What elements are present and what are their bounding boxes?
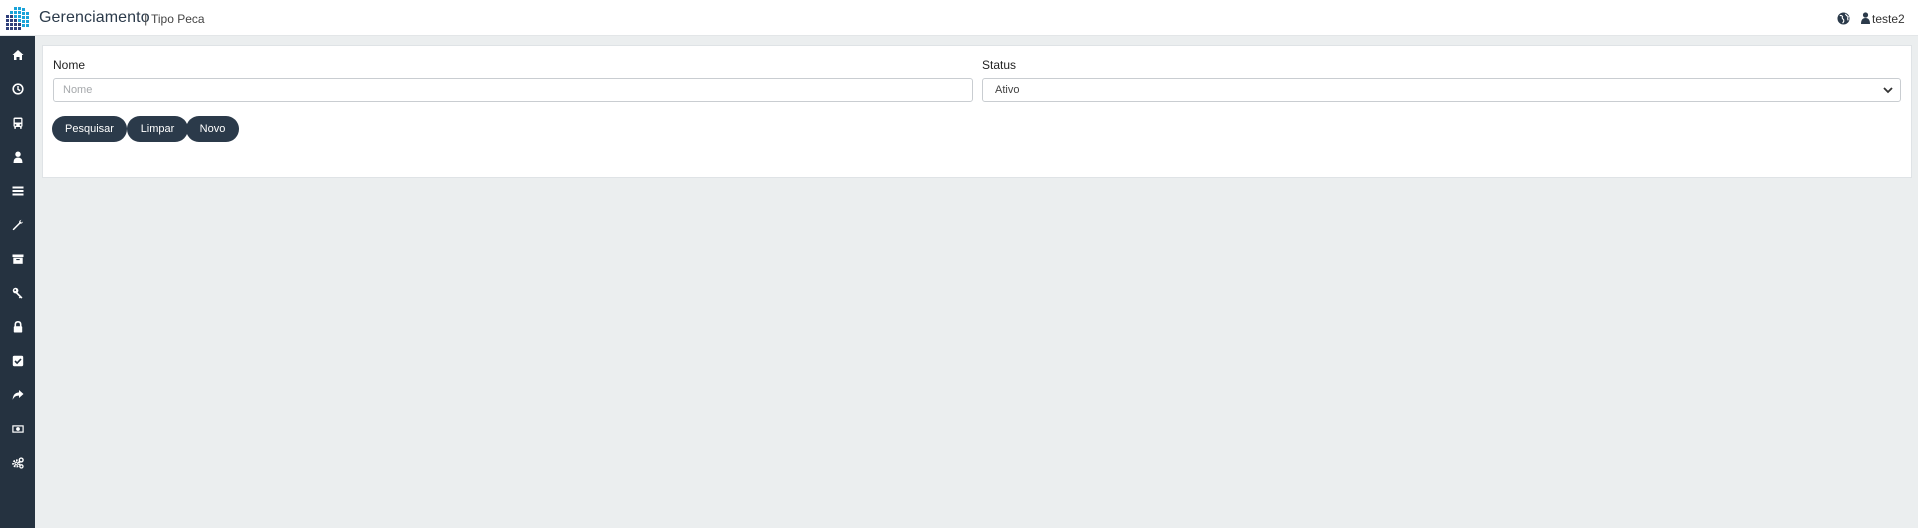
app-logo[interactable] bbox=[5, 5, 31, 31]
home-icon bbox=[12, 50, 23, 60]
sidebar-item-checklist[interactable] bbox=[0, 347, 35, 375]
app-title: Gerenciamento bbox=[39, 9, 150, 26]
sidebar-item-list[interactable] bbox=[0, 177, 35, 205]
dashboard-icon bbox=[11, 83, 24, 95]
page-title: Tipo Peca bbox=[151, 12, 205, 26]
status-selected-value: Ativo bbox=[995, 84, 1020, 96]
cogs-icon bbox=[11, 457, 24, 469]
archive-icon bbox=[12, 254, 23, 264]
sidebar-item-dashboard[interactable] bbox=[0, 75, 35, 103]
user-name[interactable]: teste2 bbox=[1872, 12, 1905, 26]
wrench-icon bbox=[12, 219, 23, 231]
filter-panel: Nome Status Ativo bbox=[42, 45, 1912, 178]
sidebar-item-share[interactable] bbox=[0, 381, 35, 409]
sidebar-item-keys[interactable] bbox=[0, 279, 35, 307]
clear-button[interactable]: Limpar bbox=[127, 116, 188, 142]
sidebar-item-home[interactable] bbox=[0, 41, 35, 69]
sidebar-item-lock[interactable] bbox=[0, 313, 35, 341]
status-select[interactable]: Ativo bbox=[982, 78, 1901, 102]
globe-icon[interactable] bbox=[1837, 12, 1850, 25]
sidebar-item-wrench[interactable] bbox=[0, 211, 35, 239]
sidebar-item-bus[interactable] bbox=[0, 109, 35, 137]
sidebar-item-money[interactable] bbox=[0, 415, 35, 443]
user-icon bbox=[13, 151, 22, 163]
share-icon bbox=[12, 390, 23, 400]
new-button[interactable]: Novo bbox=[186, 116, 239, 142]
checkbox-icon bbox=[12, 355, 23, 367]
user-icon[interactable] bbox=[1861, 12, 1870, 24]
sidebar-item-settings[interactable] bbox=[0, 449, 35, 477]
sidebar-item-archive[interactable] bbox=[0, 245, 35, 273]
list-icon bbox=[12, 186, 23, 196]
top-bar: Gerenciamento | Tipo Peca teste2 bbox=[0, 0, 1918, 36]
lock-icon bbox=[13, 321, 22, 333]
money-icon bbox=[11, 425, 24, 433]
search-button[interactable]: Pesquisar bbox=[52, 116, 127, 142]
key-icon bbox=[12, 287, 22, 299]
sidebar-item-user[interactable] bbox=[0, 143, 35, 171]
status-label: Status bbox=[982, 58, 1017, 72]
chevron-down-icon bbox=[1883, 87, 1893, 94]
bus-icon bbox=[13, 117, 22, 129]
sidebar bbox=[0, 36, 35, 528]
nome-input[interactable] bbox=[53, 78, 973, 102]
nome-label: Nome bbox=[53, 58, 86, 72]
title-separator: | bbox=[144, 11, 148, 26]
